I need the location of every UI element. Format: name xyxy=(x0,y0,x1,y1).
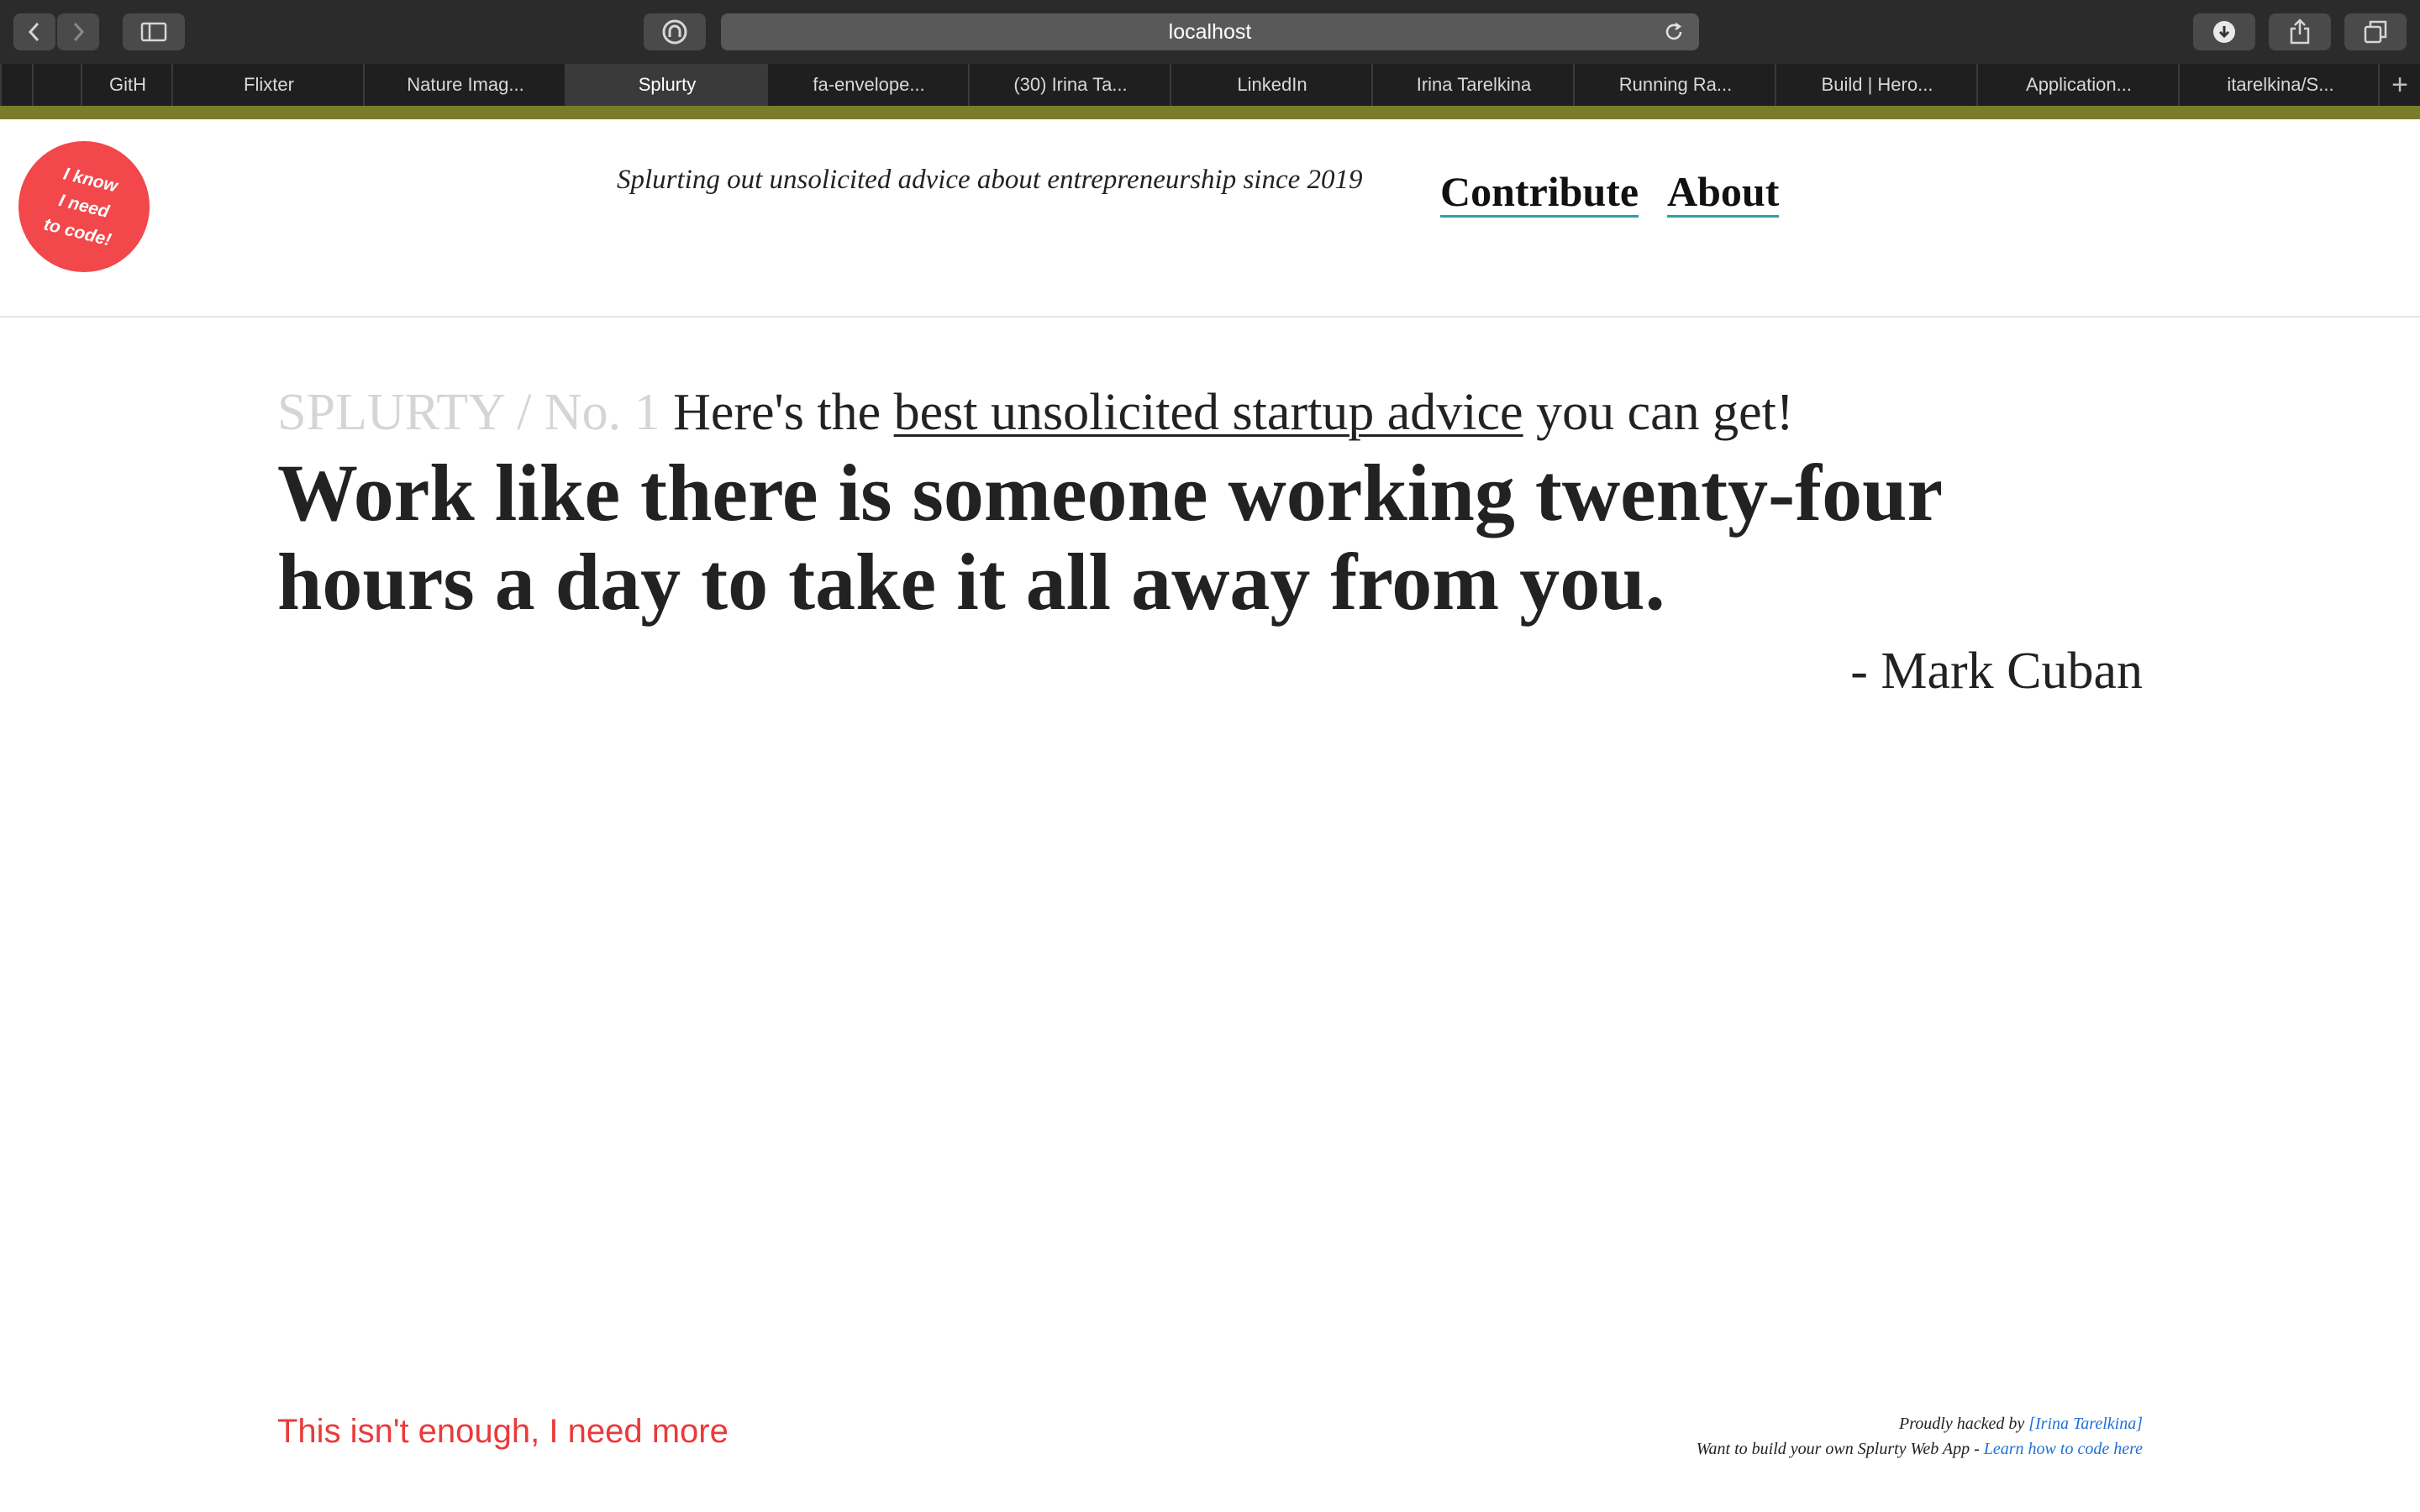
header-divider xyxy=(0,316,2420,318)
tab-label: itarelkina/S... xyxy=(2227,74,2334,95)
tab-label: Nature Imag... xyxy=(407,74,524,95)
need-more-link[interactable]: This isn't enough, I need more xyxy=(277,1413,729,1451)
quote-text: Work like there is someone working twent… xyxy=(277,448,1942,627)
tab-label: Irina Tarelkina xyxy=(1416,74,1532,95)
back-button[interactable] xyxy=(13,13,55,50)
tab-irina-tarelkina[interactable]: Irina Tarelkina xyxy=(1371,64,1575,106)
quote-kicker: SPLURTY / No. 1 Here's the best unsolici… xyxy=(277,383,1794,443)
contribute-link[interactable]: Contribute xyxy=(1440,168,1639,218)
tab-label: fa-envelope... xyxy=(813,74,925,95)
download-icon xyxy=(2213,21,2235,43)
tab-running-ra[interactable]: Running Ra... xyxy=(1573,64,1776,106)
tab-label: Application... xyxy=(2026,74,2132,95)
tabs-icon xyxy=(2364,20,2387,44)
site-tagline: Splurting out unsolicited advice about e… xyxy=(617,165,1363,195)
quote-author: - Mark Cuban xyxy=(1850,643,2143,700)
tab-pinned-1[interactable] xyxy=(0,64,34,106)
chevron-left-icon xyxy=(28,22,39,42)
tab-nature-images[interactable]: Nature Imag... xyxy=(363,64,566,106)
privacy-report-button[interactable] xyxy=(644,13,706,50)
tab-label: (30) Irina Ta... xyxy=(1013,74,1128,95)
author-link[interactable]: [Irina Tarelkina] xyxy=(2028,1415,2143,1433)
tab-label: Running Ra... xyxy=(1618,74,1733,95)
reload-icon[interactable] xyxy=(1662,20,1686,44)
tab-build-heroku[interactable]: Build | Hero... xyxy=(1775,64,1978,106)
footer: Proudly hacked by [Irina Tarelkina] Want… xyxy=(1697,1411,2143,1462)
share-icon xyxy=(2290,18,2310,45)
quote-number: SPLURTY / No. 1 xyxy=(277,384,660,441)
code-badge[interactable]: I know I need to code! xyxy=(18,141,150,272)
tab-github[interactable]: GitH xyxy=(81,64,173,106)
tab-pinned-2[interactable] xyxy=(32,64,82,106)
sidebar-toggle-button[interactable] xyxy=(123,13,185,50)
startup-advice-link[interactable]: best unsolicited startup advice xyxy=(894,384,1523,441)
tab-label: Build | Hero... xyxy=(1821,74,1933,95)
address-bar[interactable]: localhost xyxy=(721,13,1699,50)
tab-overview-button[interactable] xyxy=(2344,13,2407,50)
kicker-text-pre: Here's the xyxy=(673,384,881,441)
tab-flixter[interactable]: Flixter xyxy=(171,64,365,106)
tab-label: GitH xyxy=(109,74,146,95)
share-button[interactable] xyxy=(2269,13,2331,50)
downloads-button[interactable] xyxy=(2193,13,2255,50)
footer-learn-text: Want to build your own Splurty Web App - xyxy=(1696,1440,1980,1458)
footer-credit-text: Proudly hacked by xyxy=(1899,1415,2025,1433)
learn-to-code-link[interactable]: Learn how to code here xyxy=(1984,1440,2143,1458)
sidebar-icon xyxy=(140,22,167,42)
tab-label: LinkedIn xyxy=(1237,74,1307,95)
forward-button[interactable] xyxy=(57,13,99,50)
tab-splurty[interactable]: Splurty xyxy=(565,64,768,106)
browser-toolbar: localhost xyxy=(0,0,2420,65)
tab-label: Splurty xyxy=(638,74,697,95)
plus-icon: + xyxy=(2391,68,2408,101)
tab-linkedin[interactable]: LinkedIn xyxy=(1170,64,1373,106)
accent-bar xyxy=(0,106,2420,119)
tab-application[interactable]: Application... xyxy=(1976,64,2180,106)
url-text: localhost xyxy=(1168,19,1252,44)
footer-learn: Want to build your own Splurty Web App -… xyxy=(1697,1436,2143,1462)
kicker-text-post: you can get! xyxy=(1536,384,1794,441)
tab-irina-ta[interactable]: (30) Irina Ta... xyxy=(968,64,1171,106)
shield-icon xyxy=(662,19,687,45)
chevron-right-icon xyxy=(73,22,85,42)
tab-itarelkina[interactable]: itarelkina/S... xyxy=(2178,64,2381,106)
footer-credit: Proudly hacked by [Irina Tarelkina] xyxy=(1697,1411,2143,1436)
about-link[interactable]: About xyxy=(1667,168,1780,218)
tab-fa-envelope[interactable]: fa-envelope... xyxy=(766,64,970,106)
new-tab-button[interactable]: + xyxy=(2378,64,2420,106)
tab-bar: GitH Flixter Nature Imag... Splurty fa-e… xyxy=(0,64,2420,106)
tab-label: Flixter xyxy=(244,74,294,95)
badge-text: I know I need to code! xyxy=(41,164,120,250)
